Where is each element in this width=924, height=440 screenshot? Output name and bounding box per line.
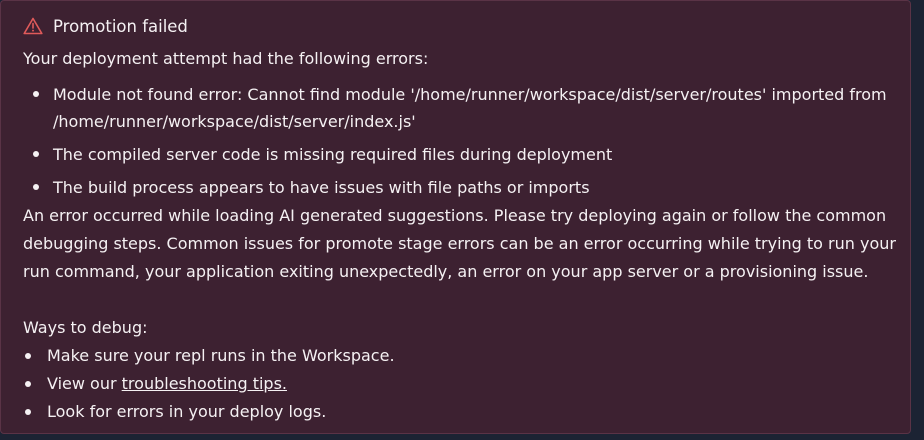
error-item: The build process appears to have issues… xyxy=(23,174,893,201)
bullet-icon xyxy=(25,381,31,387)
error-text: Module not found error: Cannot find modu… xyxy=(53,85,887,131)
error-item: Module not found error: Cannot find modu… xyxy=(23,81,893,135)
error-text: The build process appears to have issues… xyxy=(53,178,590,197)
bullet-icon xyxy=(33,184,39,190)
errors-intro: Your deployment attempt had the followin… xyxy=(23,49,429,68)
debug-step-text: Look for errors in your deploy logs. xyxy=(47,402,327,421)
alert-title: Promotion failed xyxy=(53,16,188,36)
debug-steps-list: Make sure your repl runs in the Workspac… xyxy=(23,342,395,426)
debug-step: Look for errors in your deploy logs. xyxy=(23,398,395,426)
bullet-icon xyxy=(33,91,39,97)
bullet-icon xyxy=(25,353,31,359)
debug-step-prefix: View our xyxy=(47,374,122,393)
bullet-icon xyxy=(33,151,39,157)
debug-heading: Ways to debug: xyxy=(23,318,148,337)
alert-header: Promotion failed xyxy=(23,14,188,38)
promotion-failed-alert: Promotion failed Your deployment attempt… xyxy=(0,0,911,434)
debug-step: Make sure your repl runs in the Workspac… xyxy=(23,342,395,370)
error-list: Module not found error: Cannot find modu… xyxy=(23,81,893,201)
debug-step-text: Make sure your repl runs in the Workspac… xyxy=(47,346,395,365)
error-text: The compiled server code is missing requ… xyxy=(53,145,613,164)
error-summary: An error occurred while loading AI gener… xyxy=(23,206,896,281)
warning-triangle-icon xyxy=(23,17,43,35)
debug-step: View our troubleshooting tips. xyxy=(23,370,395,398)
bullet-icon xyxy=(25,409,31,415)
error-item: The compiled server code is missing requ… xyxy=(23,141,893,168)
troubleshooting-tips-link[interactable]: troubleshooting tips. xyxy=(122,374,287,393)
